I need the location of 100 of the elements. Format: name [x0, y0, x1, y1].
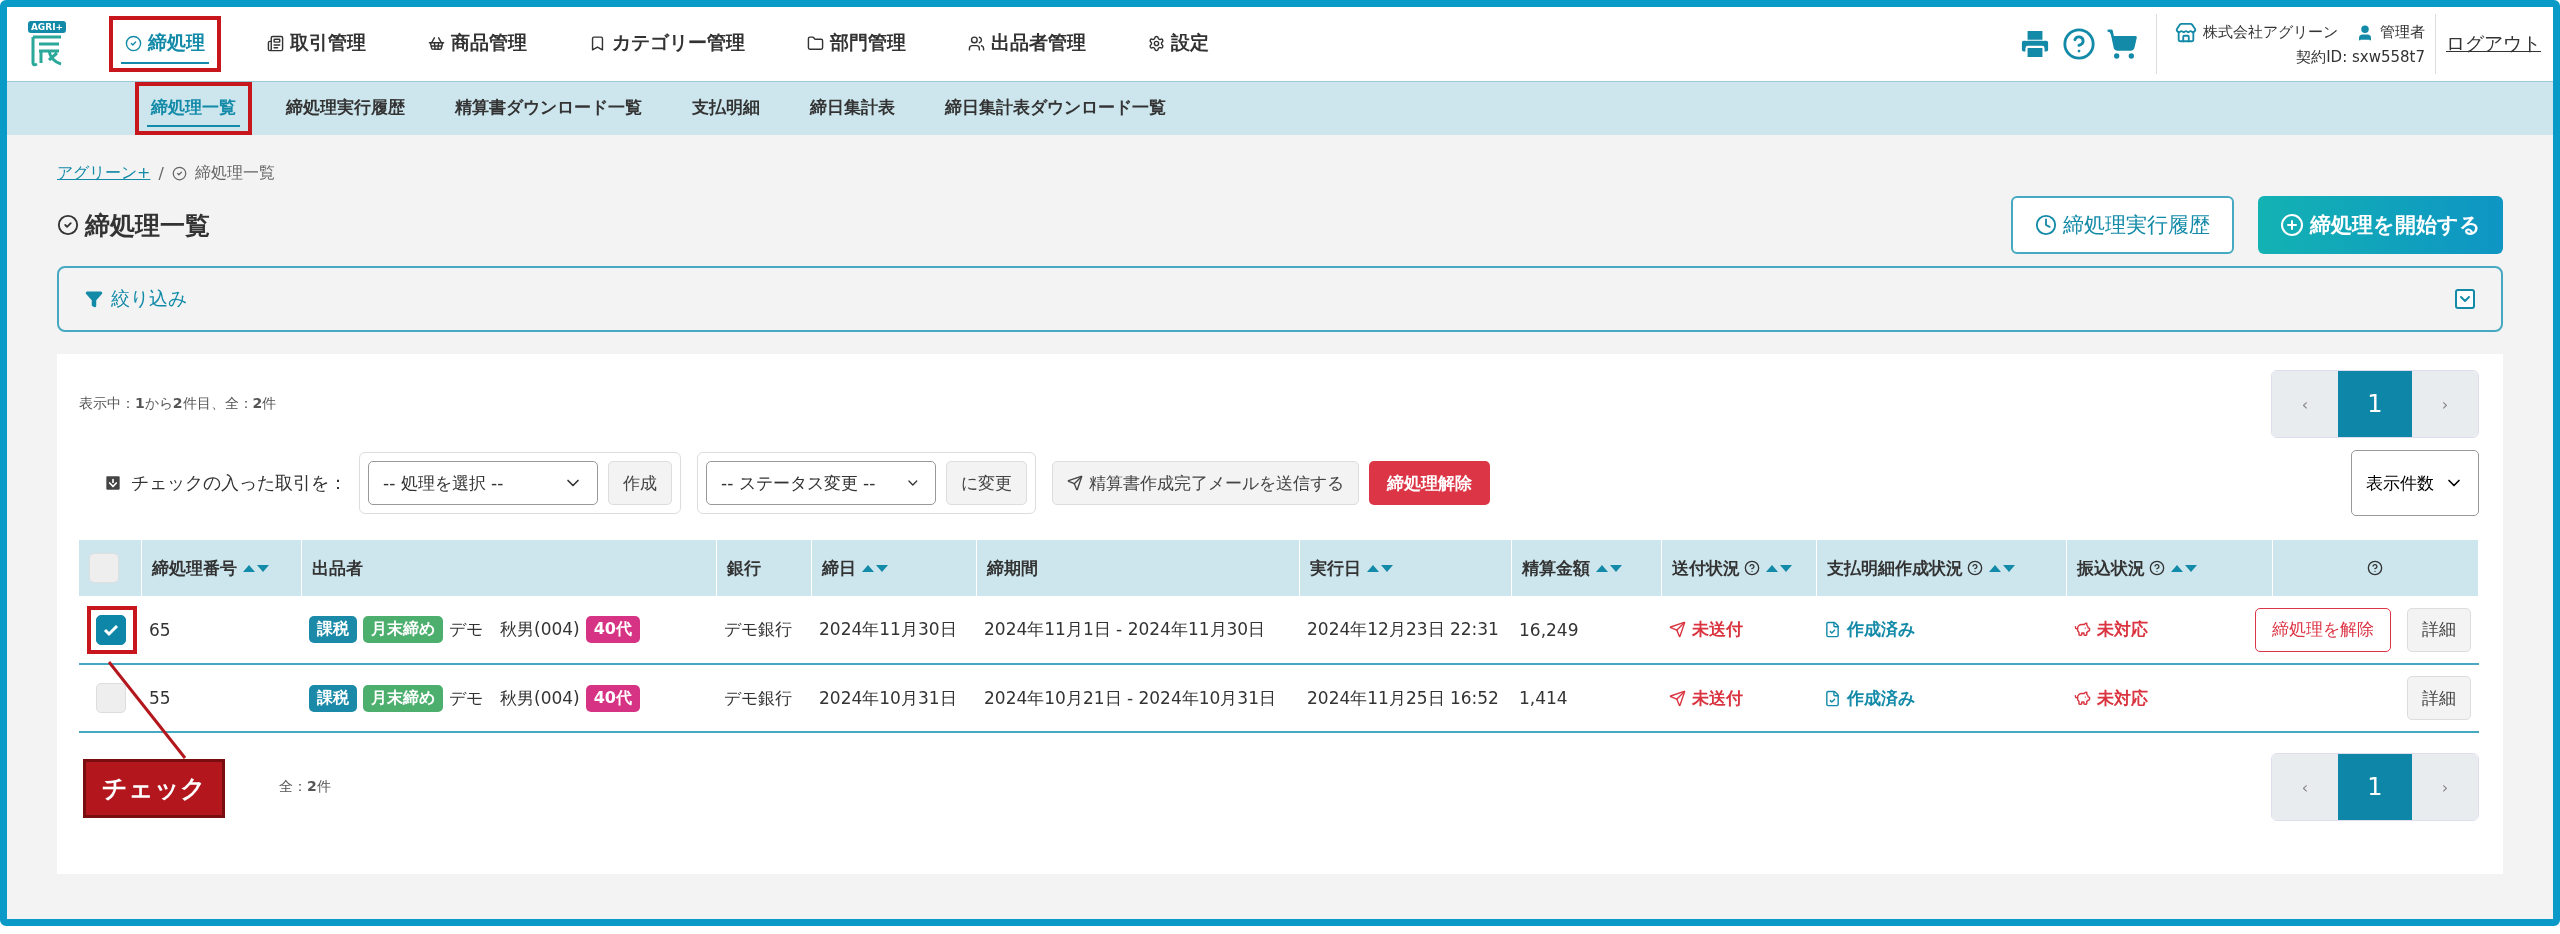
column-header: 締日 — [821, 556, 856, 580]
table-cell: 55 — [149, 688, 171, 708]
file-check-icon — [1824, 621, 1841, 638]
nav-tab[interactable]: 取引管理 — [263, 24, 370, 64]
detail-button[interactable]: 詳細 — [2406, 676, 2471, 720]
page-button[interactable]: 1 — [2338, 754, 2412, 820]
logo-badge: AGRI+ — [27, 21, 67, 33]
nav-tab[interactable]: 商品管理 — [424, 24, 531, 64]
settings-icon — [1148, 34, 1165, 52]
table-cell: 2024年10月21日 - 2024年10月31日 — [984, 687, 1276, 708]
piggy-bank-icon — [2074, 689, 2091, 707]
breadcrumb-separator: / — [158, 164, 164, 183]
status-label: 未対応 — [2097, 686, 2148, 710]
check-icon — [103, 622, 119, 637]
piggy-bank-icon — [2074, 621, 2091, 638]
sub-nav-tab[interactable]: 締日集計表 — [806, 90, 899, 127]
column-header: 締期間 — [986, 556, 1038, 580]
logout-link[interactable]: ログアウト — [2446, 31, 2541, 57]
result-summary: 表示中：1から2件目、全：2件 — [79, 395, 277, 413]
check-circle-icon — [57, 214, 79, 236]
user-icon — [2356, 23, 2374, 42]
ledger-icon — [267, 34, 284, 52]
table-cell: 2024年11月30日 — [819, 619, 957, 639]
nav-tab[interactable]: 設定 — [1144, 24, 1213, 64]
seller-name: デモ 秋男(004) — [449, 686, 580, 710]
table-cell: 16,249 — [1519, 619, 1579, 640]
result-summary: 全：2件 — [279, 778, 331, 796]
help-icon[interactable] — [1743, 560, 1760, 576]
column-header: 銀行 — [726, 556, 761, 580]
status-label: 作成済み — [1847, 618, 1915, 641]
nav-tab[interactable]: 出品者管理 — [964, 24, 1090, 64]
history-button[interactable]: 締処理実行履歴 — [2011, 196, 2234, 254]
create-button[interactable]: 作成 — [608, 461, 672, 505]
sub-nav-tab[interactable]: 支払明細 — [688, 90, 764, 127]
nav-tab[interactable]: 締処理 — [121, 24, 209, 64]
help-icon[interactable] — [2148, 560, 2165, 576]
tag: 月末締め — [363, 616, 443, 643]
detail-button[interactable]: 詳細 — [2406, 607, 2471, 652]
row-checkbox[interactable] — [96, 614, 126, 645]
paper-plane-icon — [1067, 475, 1083, 491]
status-label: 未送付 — [1692, 618, 1743, 641]
check-circle-icon — [125, 34, 142, 52]
contract-id: 契約ID: sxw558t7 — [2296, 47, 2425, 67]
column-header: 振込状況 — [2076, 556, 2145, 580]
paper-plane-icon — [1669, 689, 1686, 707]
breadcrumb-link[interactable]: アグリーン+ — [57, 163, 151, 184]
users-icon — [968, 34, 985, 52]
table-cell: 2024年12月23日 22:31 — [1307, 619, 1499, 639]
plus-circle-icon — [2280, 213, 2304, 237]
tag: 課税 — [309, 684, 357, 712]
tag: 課税 — [309, 616, 357, 643]
sort-icon[interactable] — [859, 562, 890, 574]
paper-plane-icon — [1669, 621, 1686, 638]
release-button[interactable]: 締処理を解除 — [2254, 607, 2391, 652]
sort-icon[interactable] — [240, 562, 271, 574]
column-header: 精算金額 — [1521, 556, 1590, 580]
select-all-checkbox[interactable] — [89, 553, 119, 583]
check-circle-icon — [171, 166, 187, 181]
table-cell: デモ銀行 — [724, 619, 792, 639]
breadcrumb-current: 締処理一覧 — [194, 163, 275, 184]
file-check-icon — [1824, 689, 1841, 707]
user-role: 管理者 — [2380, 23, 2425, 42]
table-cell: 1,414 — [1519, 688, 1568, 708]
nav-tab[interactable]: 部門管理 — [803, 24, 910, 64]
send-mail-button[interactable]: 精算書作成完了メールを送信する — [1052, 461, 1359, 505]
change-button[interactable]: に変更 — [946, 461, 1027, 505]
clock-icon — [2035, 214, 2057, 236]
sub-nav-tab[interactable]: 締日集計表ダウンロード一覧 — [941, 90, 1170, 127]
column-header: 実行日 — [1309, 556, 1361, 580]
status-select[interactable]: -- ステータス変更 -- — [706, 461, 936, 505]
sub-nav-tab[interactable]: 精算書ダウンロード一覧 — [451, 90, 646, 127]
nav-tab[interactable]: カテゴリー管理 — [585, 24, 749, 64]
age-tag: 40代 — [585, 616, 640, 643]
sort-icon[interactable] — [1593, 562, 1624, 574]
sub-nav-tab[interactable]: 締処理実行履歴 — [282, 90, 409, 127]
column-header: 締処理番号 — [151, 556, 237, 580]
release-button[interactable]: 締処理解除 — [1369, 461, 1490, 505]
table-cell: デモ銀行 — [724, 687, 792, 708]
status-label: 未送付 — [1692, 686, 1743, 710]
sort-icon[interactable] — [1364, 562, 1395, 574]
expand-icon — [2453, 287, 2477, 311]
bulk-label: チェックの入った取引を： — [131, 471, 347, 495]
column-header: 出品者 — [311, 556, 363, 580]
help-icon[interactable] — [1966, 560, 1983, 576]
filter-panel[interactable]: 絞り込み — [57, 266, 2503, 332]
column-header: 送付状況 — [1671, 556, 1740, 580]
table-cell: 2024年11月1日 - 2024年11月30日 — [984, 619, 1266, 639]
tag: 月末締め — [363, 684, 443, 712]
table-cell: 2024年10月31日 — [819, 687, 957, 708]
page-title: 締処理一覧 — [85, 209, 210, 242]
page-size-select[interactable]: 表示件数 — [2351, 450, 2479, 516]
callout-label: チェック — [83, 759, 225, 818]
status-label: 作成済み — [1847, 686, 1915, 710]
help-icon[interactable] — [2367, 560, 2384, 576]
page-button[interactable]: 1 — [2338, 371, 2412, 437]
cart-icon[interactable] — [2106, 28, 2138, 60]
age-tag: 40代 — [585, 684, 640, 712]
action-select[interactable]: -- 処理を選択 -- — [368, 461, 598, 505]
table-cell: 65 — [149, 619, 171, 640]
folder-icon — [807, 34, 824, 52]
